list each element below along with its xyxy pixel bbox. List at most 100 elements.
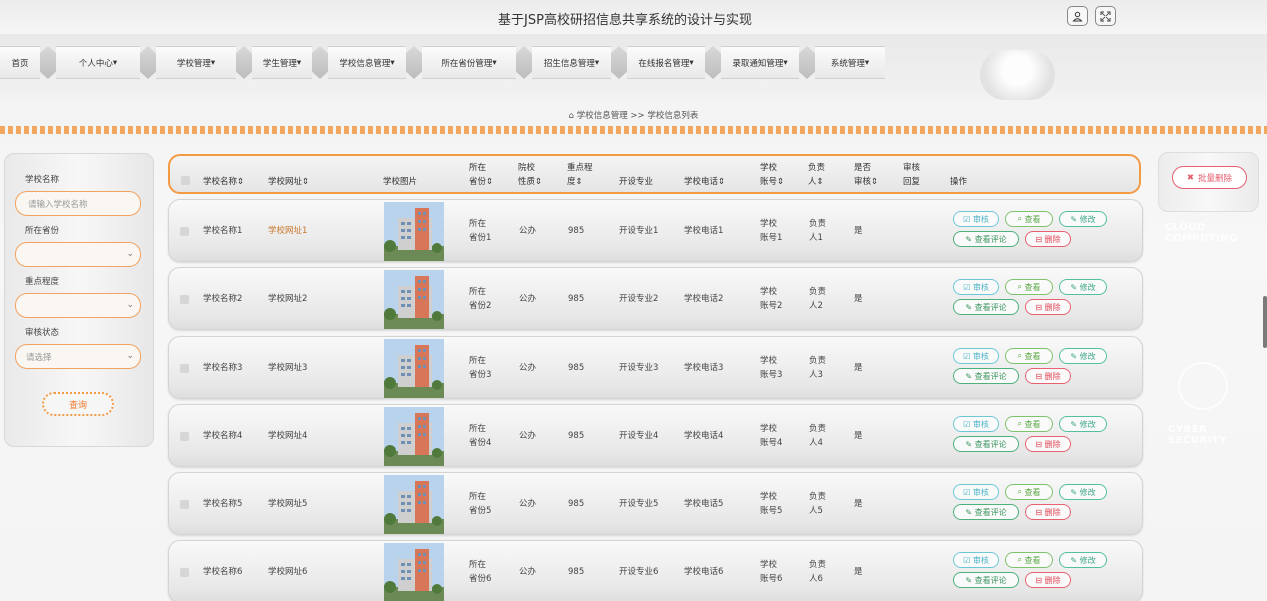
row-checkbox[interactable] bbox=[180, 295, 189, 304]
importance-select[interactable]: ⌄ bbox=[15, 293, 141, 318]
nav-home[interactable]: 首页 bbox=[0, 46, 40, 79]
nav-admission-notice-management[interactable]: 录取通知管理 ▾ bbox=[721, 46, 799, 79]
col-account[interactable]: 学校 账号⇕ bbox=[760, 161, 784, 189]
lock-icon bbox=[1178, 362, 1228, 410]
view-comments-button[interactable]: ✎ 查看评论 bbox=[953, 368, 1019, 384]
view-comments-button[interactable]: ✎ 查看评论 bbox=[953, 572, 1019, 588]
cell-school-site[interactable]: 学校网址2 bbox=[268, 292, 307, 306]
chevron-down-icon: ⌄ bbox=[126, 249, 134, 259]
view-button[interactable]: ⌕ 查看 bbox=[1005, 348, 1053, 364]
sort-icon: ⇕ bbox=[237, 177, 245, 187]
school-image bbox=[384, 202, 444, 261]
cell-nature: 公办 bbox=[519, 567, 537, 577]
col-reviewed[interactable]: 是否 审核⇕ bbox=[854, 161, 878, 189]
cell-importance: 985 bbox=[568, 431, 585, 441]
delete-button[interactable]: ⊟ 删除 bbox=[1025, 299, 1071, 315]
delete-button[interactable]: ⊟ 删除 bbox=[1025, 231, 1071, 247]
province-select[interactable]: ⌄ bbox=[15, 242, 141, 267]
review-button[interactable]: ☑ 审核 bbox=[953, 484, 999, 500]
edit-button[interactable]: ✎ 修改 bbox=[1059, 348, 1107, 364]
cell-phone: 学校电话1 bbox=[684, 226, 724, 236]
edit-button[interactable]: ✎ 修改 bbox=[1059, 484, 1107, 500]
cell-reviewed: 是 bbox=[854, 226, 863, 236]
user-icon[interactable] bbox=[1067, 6, 1088, 26]
batch-delete-button[interactable]: ✖ 批量删除 bbox=[1172, 166, 1247, 189]
review-button[interactable]: ☑ 审核 bbox=[953, 552, 999, 568]
cell-school-site[interactable]: 学校网址6 bbox=[268, 565, 307, 579]
review-button[interactable]: ☑ 审核 bbox=[953, 211, 999, 227]
cell-account: 学校 账号4 bbox=[760, 424, 783, 448]
table-row: 学校名称6 学校网址6 所在 省份6 公办 985 开设专业6 学校电话6 学校账… bbox=[168, 540, 1143, 601]
nav-admission-info-management[interactable]: 招生信息管理 ▾ bbox=[532, 46, 611, 79]
select-all-checkbox[interactable] bbox=[181, 176, 190, 185]
view-button[interactable]: ⌕ 查看 bbox=[1005, 484, 1053, 500]
nav-student-management[interactable]: 学生管理 ▾ bbox=[252, 46, 312, 79]
col-nature[interactable]: 院校 性质⇕ bbox=[518, 161, 542, 189]
comment-edit-icon: ✎ bbox=[965, 371, 973, 381]
nav-separator bbox=[516, 46, 532, 79]
view-comments-button[interactable]: ✎ 查看评论 bbox=[953, 231, 1019, 247]
nav-school-management[interactable]: 学校管理 ▾ bbox=[156, 46, 236, 79]
review-button[interactable]: ☑ 审核 bbox=[953, 348, 999, 364]
edit-button[interactable]: ✎ 修改 bbox=[1059, 416, 1107, 432]
cell-account: 学校 账号3 bbox=[760, 356, 783, 380]
query-button[interactable]: 查询 bbox=[42, 392, 114, 416]
delete-button[interactable]: ⊟ 删除 bbox=[1025, 504, 1071, 520]
cell-school-site[interactable]: 学校网址5 bbox=[268, 497, 307, 511]
cell-school-site[interactable]: 学校网址1 bbox=[268, 224, 307, 238]
comment-edit-icon: ✎ bbox=[965, 302, 973, 312]
home-icon[interactable]: ⌂ bbox=[569, 111, 574, 121]
cell-school-site[interactable]: 学校网址4 bbox=[268, 429, 307, 443]
scrollbar-thumb[interactable] bbox=[1263, 296, 1267, 348]
view-button[interactable]: ⌕ 查看 bbox=[1005, 552, 1053, 568]
edit-button[interactable]: ✎ 修改 bbox=[1059, 211, 1107, 227]
edit-button[interactable]: ✎ 修改 bbox=[1059, 279, 1107, 295]
nav-online-registration-management[interactable]: 在线报名管理 ▾ bbox=[627, 46, 705, 79]
nav-school-info-management[interactable]: 学校信息管理 ▾ bbox=[328, 46, 406, 79]
caret-down-icon: ▾ bbox=[864, 57, 870, 68]
view-comments-button[interactable]: ✎ 查看评论 bbox=[953, 436, 1019, 452]
delete-button[interactable]: ⊟ 删除 bbox=[1025, 436, 1071, 452]
cloud-decoration bbox=[980, 50, 1055, 100]
cell-school-site[interactable]: 学校网址3 bbox=[268, 361, 307, 375]
cell-importance: 985 bbox=[568, 363, 585, 373]
review-status-select[interactable]: 请选择 ⌄ bbox=[15, 344, 141, 369]
fullscreen-icon[interactable] bbox=[1095, 6, 1116, 26]
sort-icon: ⇕ bbox=[816, 177, 824, 187]
cell-phone: 学校电话2 bbox=[684, 294, 724, 304]
school-name-input[interactable]: 请输入学校名称 bbox=[15, 191, 141, 216]
edit-button[interactable]: ✎ 修改 bbox=[1059, 552, 1107, 568]
row-checkbox[interactable] bbox=[180, 568, 189, 577]
col-leader[interactable]: 负责 人⇕ bbox=[808, 161, 825, 189]
school-image bbox=[384, 543, 444, 601]
row-checkbox[interactable] bbox=[180, 500, 189, 509]
nav-province-management[interactable]: 所在省份管理 ▾ bbox=[422, 46, 516, 79]
delete-button[interactable]: ⊟ 删除 bbox=[1025, 572, 1071, 588]
col-province[interactable]: 所在 省份⇕ bbox=[469, 161, 493, 189]
top-bar: 基于JSP高校研招信息共享系统的设计与实现 bbox=[0, 0, 1267, 34]
cell-phone: 学校电话5 bbox=[684, 499, 724, 509]
review-button[interactable]: ☑ 审核 bbox=[953, 416, 999, 432]
row-checkbox[interactable] bbox=[180, 432, 189, 441]
sort-icon: ⇕ bbox=[575, 177, 583, 187]
row-checkbox[interactable] bbox=[180, 227, 189, 236]
caret-down-icon: ▾ bbox=[210, 57, 216, 68]
delete-button[interactable]: ⊟ 删除 bbox=[1025, 368, 1071, 384]
col-phone[interactable]: 学校电话⇕ bbox=[684, 175, 725, 189]
view-button[interactable]: ⌕ 查看 bbox=[1005, 416, 1053, 432]
review-button[interactable]: ☑ 审核 bbox=[953, 279, 999, 295]
delete-icon: ⊟ bbox=[1035, 575, 1043, 585]
cell-school-name: 学校名称4 bbox=[203, 431, 243, 441]
view-button[interactable]: ⌕ 查看 bbox=[1005, 211, 1053, 227]
col-school-site[interactable]: 学校网址⇕ bbox=[268, 175, 309, 189]
col-school-name[interactable]: 学校名称⇕ bbox=[203, 175, 244, 189]
col-importance[interactable]: 重点程 度⇕ bbox=[567, 161, 593, 189]
nav-personal-center[interactable]: 个人中心 ▾ bbox=[56, 46, 140, 79]
caret-down-icon: ▾ bbox=[112, 57, 118, 68]
view-button[interactable]: ⌕ 查看 bbox=[1005, 279, 1053, 295]
cyber-security-text: CYBER SECURITY bbox=[1168, 424, 1227, 446]
view-comments-button[interactable]: ✎ 查看评论 bbox=[953, 299, 1019, 315]
row-checkbox[interactable] bbox=[180, 364, 189, 373]
view-comments-button[interactable]: ✎ 查看评论 bbox=[953, 504, 1019, 520]
nav-system-management[interactable]: 系统管理 ▾ bbox=[815, 46, 885, 79]
